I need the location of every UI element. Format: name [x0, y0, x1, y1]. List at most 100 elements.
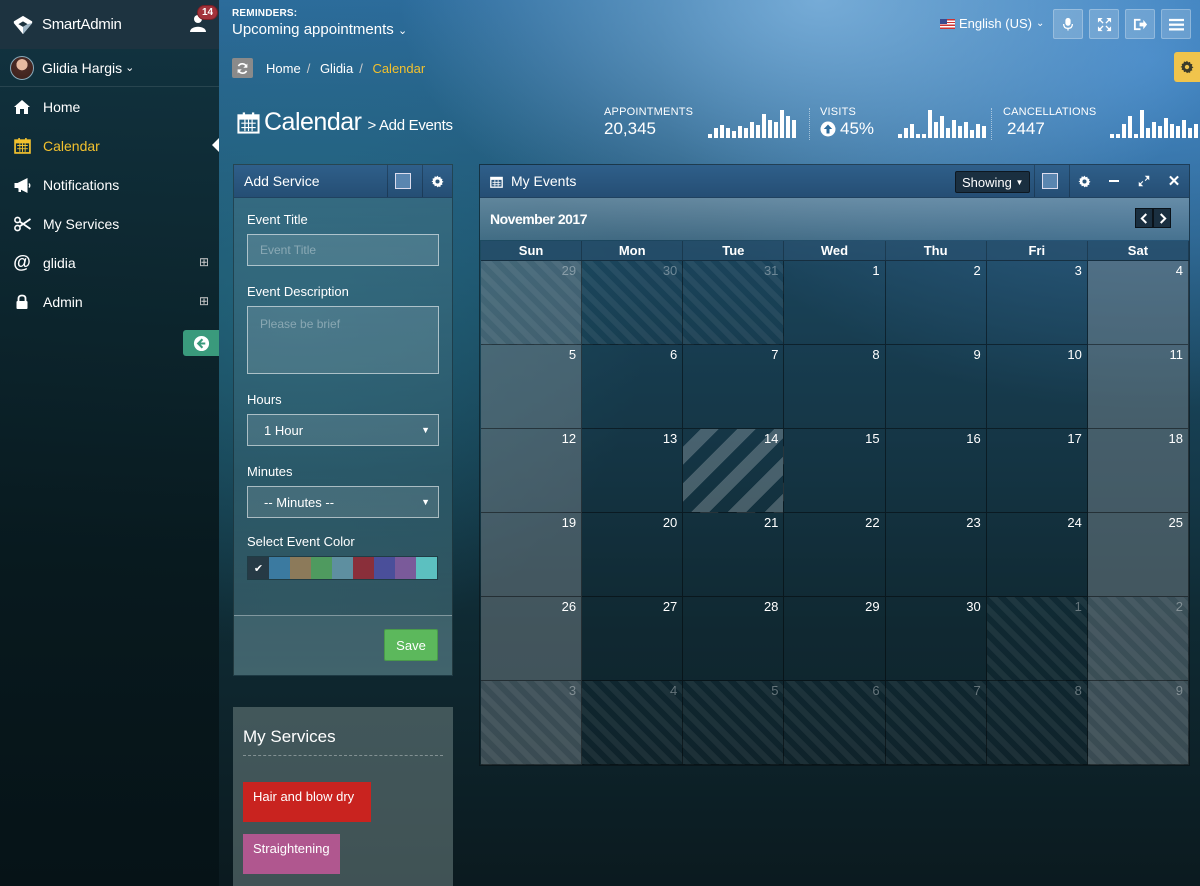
calendar-day-cell[interactable]: 19 — [481, 513, 583, 597]
calendar-day-cell[interactable]: 9 — [1087, 681, 1189, 765]
microphone-button[interactable] — [1053, 9, 1083, 39]
color-swatch-4[interactable] — [311, 557, 332, 579]
breadcrumb-glidia[interactable]: Glidia — [320, 61, 353, 76]
calendar-day-cell[interactable]: 4 — [1087, 261, 1189, 345]
calendar-day-cell[interactable]: 28 — [683, 597, 785, 681]
calendar-day-cell[interactable]: 29 — [481, 261, 583, 345]
widget-minimize-button[interactable] — [1099, 165, 1129, 197]
calendar-day-cell[interactable]: 7 — [885, 681, 987, 765]
sidebar-item-glidia[interactable]: @ glidia ⊞ — [0, 243, 219, 282]
calendar-day-cell[interactable]: 3 — [986, 261, 1088, 345]
color-swatch-5[interactable] — [332, 557, 353, 579]
sidebar-item-my-services[interactable]: My Services — [0, 204, 219, 243]
calendar-day-cell[interactable]: 9 — [885, 345, 987, 429]
service-item[interactable]: Straightening — [243, 834, 340, 874]
save-button[interactable]: Save — [384, 629, 438, 661]
calendar-day-cell[interactable]: 5 — [481, 345, 583, 429]
sidebar-item-home[interactable]: Home — [0, 87, 219, 126]
color-swatch-2[interactable] — [269, 557, 290, 579]
calendar-day-cell[interactable]: 23 — [885, 513, 987, 597]
ribbon: Home / Glidia / Calendar — [219, 49, 1200, 87]
sidebar-item-admin[interactable]: Admin ⊞ — [0, 282, 219, 321]
calendar-day-cell[interactable]: 2 — [885, 261, 987, 345]
settings-tab-button[interactable] — [1174, 52, 1200, 82]
calendar-day-cell[interactable]: 26 — [481, 597, 583, 681]
calendar-day-cell[interactable]: 21 — [683, 513, 785, 597]
calendar-day-cell[interactable]: 1 — [784, 261, 886, 345]
widget-color-button[interactable] — [387, 165, 417, 197]
showing-dropdown[interactable]: Showing ▼ — [955, 171, 1031, 193]
widget-color-button[interactable] — [1034, 165, 1064, 197]
reminders-dropdown[interactable]: REMINDERS: Upcoming appointments ⌄ — [232, 8, 407, 38]
calendar-day-cell[interactable]: 8 — [784, 345, 886, 429]
calendar-toolbar: November 2017 — [480, 198, 1189, 240]
calendar-day-cell[interactable]: 14 — [683, 429, 785, 513]
user-profile-menu[interactable]: Glidia Hargis ⌄ — [0, 49, 219, 87]
calendar-day-cell[interactable]: 25 — [1087, 513, 1189, 597]
color-swatch-6[interactable] — [353, 557, 374, 579]
widget-close-button[interactable]: ✕ — [1159, 165, 1189, 197]
menu-toggle-button[interactable] — [1161, 9, 1191, 39]
calendar-day-cell[interactable]: 4 — [582, 681, 684, 765]
calendar-day-cell[interactable]: 22 — [784, 513, 886, 597]
expand-plus-icon[interactable]: ⊞ — [199, 294, 209, 308]
calendar-day-cell[interactable]: 13 — [582, 429, 684, 513]
weekday-label: Thu — [886, 241, 987, 260]
sidebar-item-notifications[interactable]: Notifications — [0, 165, 219, 204]
hours-select[interactable]: 1 Hour ▼ — [247, 414, 439, 446]
event-title-input[interactable]: Event Title — [247, 234, 439, 266]
calendar-day-cell[interactable]: 11 — [1087, 345, 1189, 429]
calendar-day-cell[interactable]: 24 — [986, 513, 1088, 597]
widget-settings-button[interactable] — [1069, 165, 1099, 197]
calendar-icon — [490, 176, 503, 188]
expand-plus-icon[interactable]: ⊞ — [199, 255, 209, 269]
calendar-day-cell[interactable]: 31 — [683, 261, 785, 345]
collapse-sidebar-button[interactable] — [183, 330, 219, 356]
calendar-day-cell[interactable]: 20 — [582, 513, 684, 597]
calendar-day-cell[interactable]: 29 — [784, 597, 886, 681]
refresh-button[interactable] — [232, 58, 253, 78]
weekday-label: Fri — [987, 241, 1088, 260]
calendar-day-cell[interactable]: 17 — [986, 429, 1088, 513]
next-month-button[interactable] — [1153, 208, 1171, 228]
calendar-day-cell[interactable]: 3 — [481, 681, 583, 765]
calendar-day-cell[interactable]: 2 — [1087, 597, 1189, 681]
prev-month-button[interactable] — [1135, 208, 1153, 228]
minutes-select[interactable]: -- Minutes -- ▼ — [247, 486, 439, 518]
my-services-panel: My Services Hair and blow dry Straighteni… — [233, 707, 453, 886]
reminders-value[interactable]: Upcoming appointments ⌄ — [232, 21, 407, 38]
calendar-day-cell[interactable]: 10 — [986, 345, 1088, 429]
notification-badge[interactable]: 14 — [197, 5, 219, 20]
stat-label: CANCELLATIONS — [1003, 106, 1097, 118]
color-swatch-9[interactable] — [416, 557, 437, 579]
event-description-textarea[interactable]: Please be brief — [247, 306, 439, 374]
sidebar-item-calendar[interactable]: Calendar — [0, 126, 219, 165]
calendar-day-cell[interactable]: 27 — [582, 597, 684, 681]
calendar-day-cell[interactable]: 18 — [1087, 429, 1189, 513]
calendar-day-cell[interactable]: 30 — [582, 261, 684, 345]
minutes-label: Minutes — [247, 464, 293, 479]
calendar-day-cell[interactable]: 5 — [683, 681, 785, 765]
service-item[interactable]: Hair and blow dry — [243, 782, 371, 822]
calendar-day-cell[interactable]: 6 — [784, 681, 886, 765]
fullscreen-button[interactable] — [1089, 9, 1119, 39]
widget-title: Add Service — [244, 173, 320, 189]
logo[interactable]: SmartAdmin — [0, 0, 219, 49]
color-swatch-3[interactable] — [290, 557, 311, 579]
logout-button[interactable] — [1125, 9, 1155, 39]
breadcrumb-home[interactable]: Home — [266, 61, 301, 76]
widget-settings-button[interactable] — [422, 165, 452, 197]
language-selector[interactable]: English (US) ⌄ — [940, 16, 1044, 31]
calendar-day-cell[interactable]: 8 — [986, 681, 1088, 765]
calendar-day-cell[interactable]: 7 — [683, 345, 785, 429]
color-swatch-8[interactable] — [395, 557, 416, 579]
calendar-day-cell[interactable]: 15 — [784, 429, 886, 513]
calendar-day-cell[interactable]: 16 — [885, 429, 987, 513]
calendar-day-cell[interactable]: 1 — [986, 597, 1088, 681]
color-swatch-1[interactable]: ✔ — [248, 557, 269, 579]
widget-fullscreen-button[interactable] — [1129, 165, 1159, 197]
calendar-day-cell[interactable]: 6 — [582, 345, 684, 429]
color-swatch-7[interactable] — [374, 557, 395, 579]
calendar-day-cell[interactable]: 30 — [885, 597, 987, 681]
calendar-day-cell[interactable]: 12 — [481, 429, 583, 513]
